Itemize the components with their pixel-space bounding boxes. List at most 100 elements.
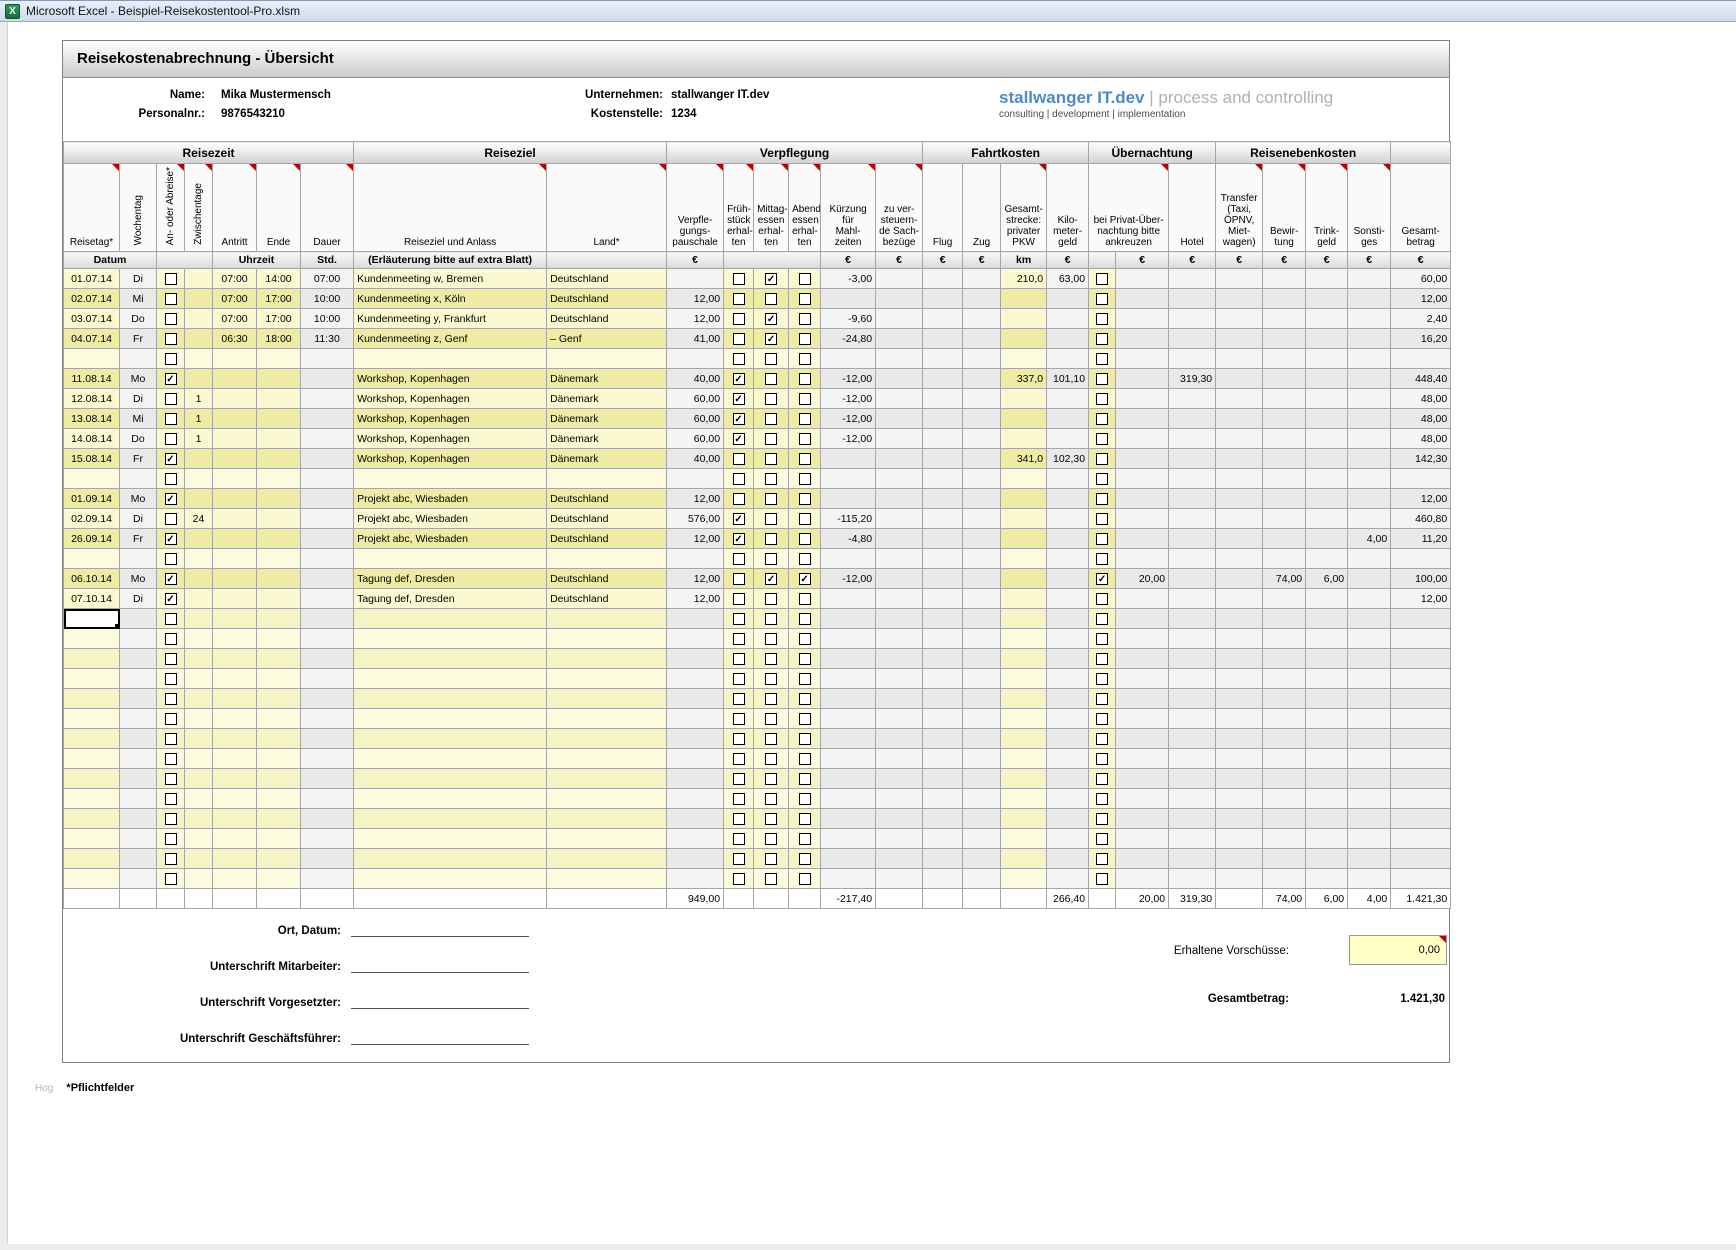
cell-pkw[interactable]: 210,0: [1000, 268, 1048, 289]
abendessen-checkbox[interactable]: [798, 332, 811, 345]
cell-reiseziel[interactable]: Kundenmeeting x, Köln: [353, 288, 548, 309]
vorschuesse-input[interactable]: 0,00: [1349, 935, 1447, 965]
cell-fruehstueck[interactable]: [723, 308, 755, 329]
cell-an_abreise[interactable]: [156, 288, 185, 309]
cell-reiseziel[interactable]: Workshop, Kopenhagen: [353, 448, 548, 469]
an_abreise-checkbox[interactable]: ✓: [164, 572, 177, 585]
cell-zwischentage[interactable]: [184, 468, 213, 489]
cell-antritt[interactable]: [212, 788, 257, 809]
cell-reisetag[interactable]: 26.09.14: [63, 528, 120, 549]
cell-fruehstueck[interactable]: [723, 348, 755, 369]
cell-pkw[interactable]: [1000, 528, 1048, 549]
cell-abendessen[interactable]: ✓: [788, 568, 822, 589]
an_abreise-checkbox[interactable]: [164, 392, 177, 405]
cell-reiseziel[interactable]: [353, 748, 548, 769]
cell-antritt[interactable]: [212, 508, 257, 529]
cell-an_abreise[interactable]: ✓: [156, 568, 185, 589]
cell-abendessen[interactable]: [788, 488, 822, 509]
abendessen-checkbox[interactable]: [798, 312, 811, 325]
cell-fruehstueck[interactable]: ✓: [723, 528, 755, 549]
cell-ende[interactable]: [256, 748, 301, 769]
cell-reiseziel[interactable]: Workshop, Kopenhagen: [353, 428, 548, 449]
cell-reisetag[interactable]: 12.08.14: [63, 388, 120, 409]
cell-pkw[interactable]: [1000, 708, 1048, 729]
mittagessen-checkbox[interactable]: ✓: [765, 332, 778, 345]
cell-zwischentage[interactable]: [184, 748, 213, 769]
an_abreise-checkbox[interactable]: [164, 672, 177, 685]
mittagessen-checkbox[interactable]: [765, 752, 778, 765]
fruehstueck-checkbox[interactable]: [732, 872, 745, 885]
cell-abendessen[interactable]: [788, 768, 822, 789]
privat-checkbox[interactable]: [1096, 812, 1109, 825]
cell-mittagessen[interactable]: [753, 748, 790, 769]
mittagessen-checkbox[interactable]: ✓: [765, 272, 778, 285]
cell-mittagessen[interactable]: [753, 448, 790, 469]
cell-pkw[interactable]: [1000, 608, 1048, 629]
fruehstueck-checkbox[interactable]: [732, 712, 745, 725]
cell-abendessen[interactable]: [788, 308, 822, 329]
cell-reisetag[interactable]: 07.10.14: [63, 588, 120, 609]
cell-an_abreise[interactable]: [156, 628, 185, 649]
cell-reiseziel[interactable]: Workshop, Kopenhagen: [353, 388, 548, 409]
unterschrift-vorgesetzter-line[interactable]: [351, 995, 529, 1009]
cell-abendessen[interactable]: [788, 328, 822, 349]
cell-reiseziel[interactable]: [353, 688, 548, 709]
abendessen-checkbox[interactable]: [798, 392, 811, 405]
cell-antritt[interactable]: [212, 748, 257, 769]
abendessen-checkbox[interactable]: [798, 432, 811, 445]
cell-reiseziel[interactable]: Projekt abc, Wiesbaden: [353, 528, 548, 549]
abendessen-checkbox[interactable]: [798, 452, 811, 465]
privat-checkbox[interactable]: [1096, 392, 1109, 405]
cell-reiseziel[interactable]: [353, 468, 548, 489]
unterschrift-mitarbeiter-line[interactable]: [351, 959, 529, 973]
cell-reisetag[interactable]: 02.07.14: [63, 288, 120, 309]
mittagessen-checkbox[interactable]: [765, 712, 778, 725]
cell-abendessen[interactable]: [788, 288, 822, 309]
mittagessen-checkbox[interactable]: [765, 652, 778, 665]
cell-antritt[interactable]: 06:30: [212, 328, 257, 349]
cell-ende[interactable]: [256, 688, 301, 709]
abendessen-checkbox[interactable]: [798, 812, 811, 825]
cell-mittagessen[interactable]: [753, 348, 790, 369]
cell-fruehstueck[interactable]: [723, 468, 755, 489]
an_abreise-checkbox[interactable]: [164, 512, 177, 525]
mittagessen-checkbox[interactable]: [765, 392, 778, 405]
cell-ende[interactable]: [256, 448, 301, 469]
mittagessen-checkbox[interactable]: [765, 692, 778, 705]
an_abreise-checkbox[interactable]: [164, 632, 177, 645]
cell-land[interactable]: Dänemark: [546, 428, 668, 449]
an_abreise-checkbox[interactable]: [164, 292, 177, 305]
personalnr-value[interactable]: 9876543210: [221, 108, 285, 120]
cell-reiseziel[interactable]: [353, 808, 548, 829]
cell-an_abreise[interactable]: [156, 648, 185, 669]
cell-reiseziel[interactable]: [353, 628, 548, 649]
cell-antritt[interactable]: [212, 408, 257, 429]
cell-mittagessen[interactable]: [753, 548, 790, 569]
cell-reisetag[interactable]: [63, 868, 120, 889]
cell-land[interactable]: Dänemark: [546, 448, 668, 469]
cell-mittagessen[interactable]: [753, 428, 790, 449]
cell-reiseziel[interactable]: [353, 348, 548, 369]
cell-abendessen[interactable]: [788, 428, 822, 449]
abendessen-checkbox[interactable]: [798, 532, 811, 545]
cell-ende[interactable]: [256, 728, 301, 749]
cell-abendessen[interactable]: [788, 348, 822, 369]
cell-abendessen[interactable]: [788, 408, 822, 429]
fruehstueck-checkbox[interactable]: ✓: [732, 432, 745, 445]
abendessen-checkbox[interactable]: [798, 272, 811, 285]
cell-reiseziel[interactable]: Projekt abc, Wiesbaden: [353, 508, 548, 529]
cell-abendessen[interactable]: [788, 588, 822, 609]
cell-ende[interactable]: [256, 668, 301, 689]
privat-checkbox[interactable]: [1096, 592, 1109, 605]
cell-fruehstueck[interactable]: ✓: [723, 368, 755, 389]
cell-fruehstueck[interactable]: [723, 448, 755, 469]
cell-fruehstueck[interactable]: [723, 688, 755, 709]
cell-ende[interactable]: [256, 608, 301, 629]
cell-reiseziel[interactable]: [353, 788, 548, 809]
mittagessen-checkbox[interactable]: [765, 552, 778, 565]
privat-checkbox[interactable]: ✓: [1096, 572, 1109, 585]
privat-checkbox[interactable]: [1096, 832, 1109, 845]
cell-privat[interactable]: [1088, 868, 1117, 889]
cell-ende[interactable]: 14:00: [256, 268, 301, 289]
cell-abendessen[interactable]: [788, 608, 822, 629]
